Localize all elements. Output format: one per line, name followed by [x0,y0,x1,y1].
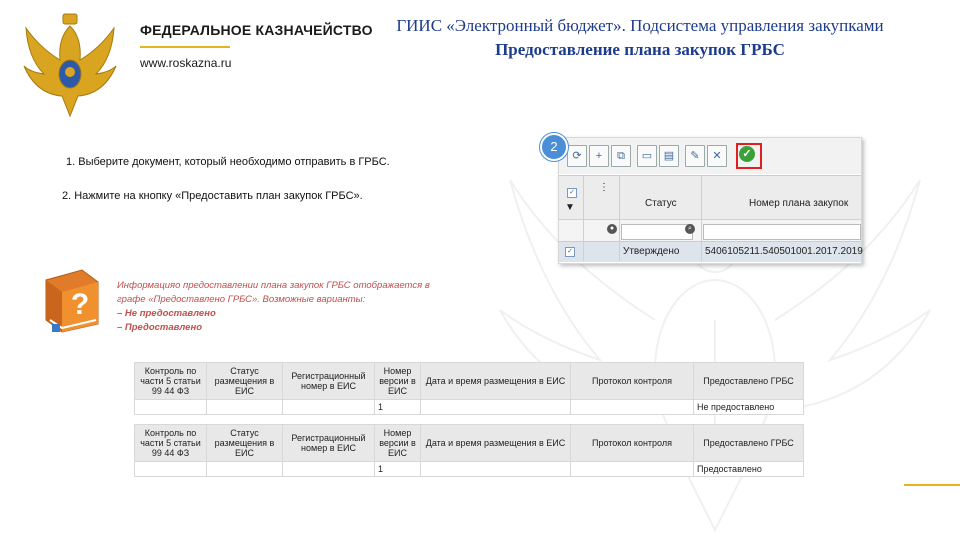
submit-plan-icon: ✓ [739,146,755,162]
grid-toolbar: ⟳ + ⧉ ▭ ▤ ✎ ✕ ✓ [559,138,861,174]
refresh-icon[interactable]: ⟳ [567,145,587,167]
copy-doc-icon[interactable]: ⧉ [611,145,631,167]
org-divider [140,46,230,48]
help-book-icon: ? [45,269,99,333]
edit-icon[interactable]: ✎ [685,145,705,167]
header-regnum-cell: Регистрационный номер в ЕИС [282,424,375,462]
plan-number-filter-input[interactable] [703,224,861,240]
grid-header-row: ✓ ▼ ⋮ Статус Номер плана закупок [559,175,861,220]
cell-protocol [570,461,694,477]
info-note: Информацияо предоставлении плана закупок… [117,279,497,335]
cell-status [206,399,283,415]
cell-date [420,399,571,415]
cell-date [420,461,571,477]
header-status-cell: Статус размещения в ЕИС [206,362,283,400]
row-status: Утверждено [623,246,680,257]
cell-version: 1 [374,399,421,415]
status-filter-search-icon[interactable]: ⌕ [685,224,695,234]
cell-regnum [282,399,375,415]
grid-divider [619,175,620,261]
grid-divider [701,175,702,261]
cell-status [206,461,283,477]
cell-grbs: Предоставлено [693,461,804,477]
add-doc-icon[interactable]: + [589,145,609,167]
cell-version: 1 [374,461,421,477]
header-date-cell: Дата и время размещения в ЕИС [420,362,571,400]
svg-text:?: ? [71,288,89,321]
header-version-cell: Номер версии в ЕИС [374,424,421,462]
print-icon[interactable]: ▭ [637,145,657,167]
status-filter-input[interactable] [621,224,693,240]
info-option-2: – Предоставлено [117,322,202,333]
select-all-checkbox[interactable]: ✓ [567,188,577,198]
header-control-cell: Контроль по части 5 статьи 99 44 ФЗ [134,424,207,462]
print-alt-icon[interactable]: ▤ [659,145,679,167]
header-grbs-cell: Предоставлено ГРБС [693,362,804,400]
column-menu-icon[interactable]: ⋮ [599,182,609,193]
info-option-1: – Не предоставлено [117,308,216,319]
column-plan-number[interactable]: Номер плана закупок [749,198,848,209]
table-header-row: Контроль по части 5 статьи 99 44 ФЗ Стат… [134,424,804,462]
cell-control [134,399,207,415]
document-grid-screenshot: ⟳ + ⧉ ▭ ▤ ✎ ✕ ✓ ✓ ▼ ⋮ Статус Номер плана… [558,137,863,264]
header-grbs-cell: Предоставлено ГРБС [693,424,804,462]
info-line-2: графе «Предоставлено ГРБС». Возможные ва… [117,294,366,305]
row-checkbox[interactable]: ✓ [565,247,575,257]
table-row[interactable]: 1 Не предоставлено [134,399,804,415]
table-header-row: Контроль по части 5 статьи 99 44 ФЗ Стат… [134,362,804,400]
status-filter-icon[interactable]: ● [607,224,617,234]
header-protocol-cell: Протокол контроля [570,424,694,462]
org-website: www.roskazna.ru [140,56,232,70]
instruction-step-2: 2. Нажмите на кнопку «Предоставить план … [62,190,363,202]
row-plan-number: 5406105211.540501001.2017.2019 [705,246,863,257]
header-version-cell: Номер версии в ЕИС [374,362,421,400]
page-subtitle: Предоставление плана закупок ГРБС [495,40,785,59]
header-regnum-cell: Регистрационный номер в ЕИС [282,362,375,400]
status-table-not-provided: Контроль по части 5 статьи 99 44 ФЗ Стат… [134,362,804,415]
header-control-cell: Контроль по части 5 статьи 99 44 ФЗ [134,362,207,400]
cell-grbs: Не предоставлено [693,399,804,415]
cell-regnum [282,461,375,477]
table-row[interactable]: ✓ Утверждено 5406105211.540501001.2017.2… [559,241,863,262]
header-status-cell: Статус размещения в ЕИС [206,424,283,462]
header-date-cell: Дата и время размещения в ЕИС [420,424,571,462]
delete-icon[interactable]: ✕ [707,145,727,167]
grid-divider [583,175,584,261]
treasury-emblem [23,13,117,118]
footer-accent-line [904,484,960,486]
status-table-provided: Контроль по части 5 статьи 99 44 ФЗ Стат… [134,424,804,477]
header-protocol-cell: Протокол контроля [570,362,694,400]
instruction-step-1: 1. Выберите документ, который необходимо… [66,156,390,168]
step-badge: 2 [540,133,568,161]
column-status[interactable]: Статус [645,198,677,209]
cell-control [134,461,207,477]
page-title: ГИИС «Электронный бюджет». Подсистема уп… [396,16,884,35]
grid-filter-row: ● ⌕ [559,219,861,242]
table-row[interactable]: 1 Предоставлено [134,461,804,477]
filter-icon[interactable]: ▼ [565,202,575,213]
cell-protocol [570,399,694,415]
info-line-1: Информацияо предоставлении плана закупок… [117,280,430,291]
